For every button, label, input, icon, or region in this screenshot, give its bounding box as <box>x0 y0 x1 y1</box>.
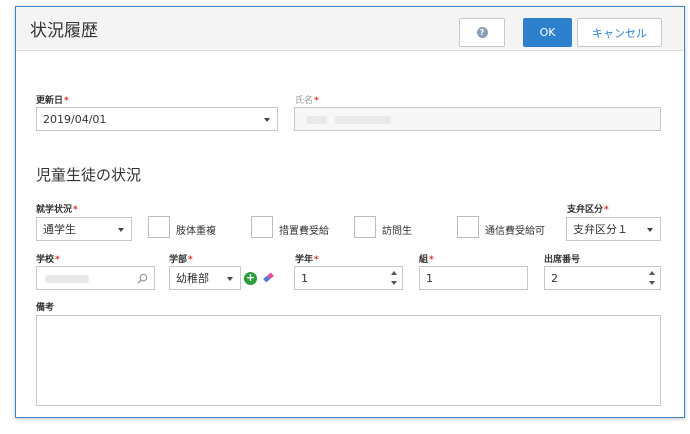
help-button[interactable]: ? <box>459 18 505 47</box>
department-value: 幼稚部 <box>176 272 209 285</box>
chevron-down-icon <box>118 228 124 232</box>
status-history-dialog: 状況履歴 ? OK キャンセル 更新日* 2019/04/01 氏名* 児童生徒… <box>15 6 685 418</box>
name-label: 氏名* <box>295 96 319 106</box>
checkbox-home-visit-label: 訪問生 <box>382 226 412 237</box>
ok-button[interactable]: OK <box>523 18 572 47</box>
attendance-number-label: 出席番号 <box>544 255 581 265</box>
checkbox-home-visit[interactable] <box>354 216 376 238</box>
cancel-button[interactable]: キャンセル <box>577 18 662 47</box>
redacted-text <box>307 116 327 124</box>
grade-value: 1 <box>301 271 308 285</box>
class-group-value: 1 <box>426 271 433 285</box>
department-select[interactable]: 幼稚部 <box>169 266 241 290</box>
checkbox-communication-cost-label: 通信費受給可 <box>485 226 545 237</box>
attendance-number-stepper[interactable]: 2 <box>544 266 661 290</box>
enrollment-status-label: 就学状況* <box>36 205 78 215</box>
update-date-label: 更新日* <box>36 96 69 106</box>
remarks-label: 備考 <box>36 303 55 313</box>
redacted-text <box>335 116 391 124</box>
checkbox-limb-disability-label: 肢体重複 <box>176 226 216 237</box>
eraser-icon[interactable] <box>262 271 275 284</box>
enrollment-status-value: 通学生 <box>43 223 76 236</box>
checkbox-measure-cost-label: 措置費受給 <box>279 226 329 237</box>
dialog-title: 状況履歴 <box>30 21 98 41</box>
grade-label: 学年* <box>295 255 319 265</box>
search-icon[interactable] <box>137 273 148 284</box>
help-icon: ? <box>476 27 488 38</box>
school-label: 学校* <box>36 255 60 265</box>
chevron-down-icon <box>227 277 233 281</box>
grade-stepper[interactable]: 1 <box>294 266 403 290</box>
checkbox-communication-cost[interactable] <box>457 216 479 238</box>
dialog-header: 状況履歴 ? OK キャンセル <box>16 7 684 51</box>
checkbox-measure-cost[interactable] <box>251 216 273 238</box>
checkbox-limb-disability[interactable] <box>148 216 170 238</box>
name-field <box>294 107 661 131</box>
stepper-arrows-icon[interactable] <box>391 270 397 286</box>
update-date-select[interactable]: 2019/04/01 <box>36 107 278 131</box>
attendance-number-value: 2 <box>551 271 558 285</box>
update-date-value: 2019/04/01 <box>43 112 107 126</box>
enrollment-status-select[interactable]: 通学生 <box>36 217 132 241</box>
redacted-text <box>45 275 89 283</box>
school-input[interactable] <box>36 266 155 290</box>
support-category-value: 支弁区分１ <box>573 223 628 236</box>
class-group-input[interactable]: 1 <box>419 266 528 290</box>
class-group-label: 組* <box>419 255 434 265</box>
chevron-down-icon <box>647 228 653 232</box>
stepper-arrows-icon[interactable] <box>649 270 655 286</box>
department-label: 学部* <box>169 255 193 265</box>
support-category-label: 支弁区分* <box>567 205 609 215</box>
chevron-down-icon <box>264 118 270 122</box>
section-title: 児童生徒の状況 <box>36 166 142 184</box>
support-category-select[interactable]: 支弁区分１ <box>566 217 661 241</box>
remarks-textarea[interactable] <box>36 315 661 406</box>
add-icon[interactable]: + <box>244 272 257 285</box>
